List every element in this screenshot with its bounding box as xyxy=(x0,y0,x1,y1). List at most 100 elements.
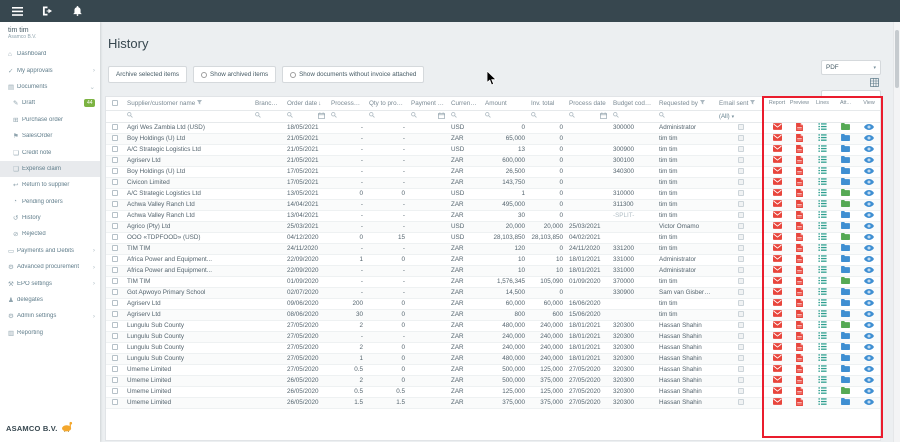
sidebar-item-pending-orders[interactable]: ◔Pending orders xyxy=(0,194,100,210)
view-eye-icon[interactable] xyxy=(864,169,874,176)
report-icon[interactable] xyxy=(773,125,782,132)
report-icon[interactable] xyxy=(773,169,782,176)
table-row[interactable]: Boy Holdings (U) Ltd17/05/2021--ZAR26,50… xyxy=(106,166,881,177)
filter-cell-payment-date[interactable] xyxy=(408,110,448,122)
table-row[interactable]: Umeme Limited26/05/20201.51.5ZAR375,0003… xyxy=(106,397,881,408)
table-row[interactable]: Umeme Limited26/05/202020ZAR500,000375,0… xyxy=(106,375,881,386)
email-sent-checkbox[interactable] xyxy=(738,168,744,174)
column-header-budget-code[interactable]: Budget code xyxy=(610,97,656,110)
email-sent-checkbox[interactable] xyxy=(738,256,744,262)
preview-pdf-icon[interactable] xyxy=(796,368,803,375)
sidebar-item-history[interactable]: ↺History xyxy=(0,210,100,226)
attachment-folder-icon[interactable] xyxy=(841,345,850,352)
table-row[interactable]: Agriserv Ltd21/05/2021--ZAR600,000030010… xyxy=(106,155,881,166)
column-header-qty-to-process[interactable]: Qty to process xyxy=(366,97,408,110)
email-sent-checkbox[interactable] xyxy=(738,300,744,306)
row-checkbox[interactable] xyxy=(112,366,118,372)
attachment-folder-icon[interactable] xyxy=(841,400,850,407)
preview-pdf-icon[interactable] xyxy=(796,181,803,188)
filter-icon[interactable] xyxy=(698,100,705,107)
lines-icon[interactable] xyxy=(818,279,827,286)
table-row[interactable]: Agriserv Ltd08/06/2020300ZAR80060015/06/… xyxy=(106,309,881,320)
email-sent-checkbox[interactable] xyxy=(738,245,744,251)
email-sent-checkbox[interactable] xyxy=(738,289,744,295)
report-icon[interactable] xyxy=(773,323,782,330)
column-header-payment-date[interactable]: Payment date xyxy=(408,97,448,110)
sidebar-item-dashboard[interactable]: ⌂Dashboard xyxy=(0,46,100,62)
row-checkbox[interactable] xyxy=(112,399,118,405)
sidebar-item-documents[interactable]: ▤Documents⌄ xyxy=(0,79,100,95)
report-icon[interactable] xyxy=(773,356,782,363)
view-eye-icon[interactable] xyxy=(864,334,874,341)
attachment-folder-icon[interactable] xyxy=(841,312,850,319)
sidebar-item-draft[interactable]: ✎Draft44 xyxy=(0,95,100,111)
sidebar-item-expense-claim[interactable]: ❑Expense claim xyxy=(0,161,100,177)
report-icon[interactable] xyxy=(773,334,782,341)
row-checkbox[interactable] xyxy=(112,124,118,130)
row-checkbox[interactable] xyxy=(112,190,118,196)
table-row[interactable]: Africa Power and Equipment...22/09/2020-… xyxy=(106,265,881,276)
table-row[interactable]: Lungulu Sub County27/05/2020--ZAR240,000… xyxy=(106,331,881,342)
view-eye-icon[interactable] xyxy=(864,158,874,165)
report-icon[interactable] xyxy=(773,147,782,154)
email-sent-checkbox[interactable] xyxy=(738,278,744,284)
email-sent-checkbox[interactable] xyxy=(738,124,744,130)
report-icon[interactable] xyxy=(773,345,782,352)
email-sent-checkbox[interactable] xyxy=(738,399,744,405)
row-checkbox[interactable] xyxy=(112,179,118,185)
view-eye-icon[interactable] xyxy=(864,323,874,330)
report-icon[interactable] xyxy=(773,400,782,407)
filter-icon[interactable] xyxy=(748,100,755,107)
sidebar-item-return-to-supplier[interactable]: ↩Return to supplier xyxy=(0,177,100,193)
attachment-folder-icon[interactable] xyxy=(841,158,850,165)
menu-icon[interactable] xyxy=(10,7,24,16)
row-checkbox[interactable] xyxy=(112,377,118,383)
attachment-folder-icon[interactable] xyxy=(841,224,850,231)
report-icon[interactable] xyxy=(773,367,782,374)
attachment-folder-icon[interactable] xyxy=(841,191,850,198)
email-sent-checkbox[interactable] xyxy=(738,366,744,372)
filter-cell-process-date[interactable] xyxy=(566,110,610,122)
view-eye-icon[interactable] xyxy=(864,136,874,143)
view-eye-icon[interactable] xyxy=(864,180,874,187)
row-checkbox[interactable] xyxy=(112,355,118,361)
lines-icon[interactable] xyxy=(818,290,827,297)
vertical-scrollbar[interactable] xyxy=(893,22,900,442)
lines-icon[interactable] xyxy=(818,147,827,154)
email-sent-checkbox[interactable] xyxy=(738,355,744,361)
view-eye-icon[interactable] xyxy=(864,147,874,154)
report-icon[interactable] xyxy=(773,389,782,396)
report-icon[interactable] xyxy=(773,224,782,231)
attachment-folder-icon[interactable] xyxy=(841,169,850,176)
view-eye-icon[interactable] xyxy=(864,224,874,231)
attachment-folder-icon[interactable] xyxy=(841,136,850,143)
preview-pdf-icon[interactable] xyxy=(796,357,803,364)
row-checkbox[interactable] xyxy=(112,256,118,262)
preview-pdf-icon[interactable] xyxy=(796,225,803,232)
preview-pdf-icon[interactable] xyxy=(796,401,803,408)
attachment-folder-icon[interactable] xyxy=(841,279,850,286)
attachment-folder-icon[interactable] xyxy=(841,301,850,308)
attachment-folder-icon[interactable] xyxy=(841,246,850,253)
email-sent-checkbox[interactable] xyxy=(738,377,744,383)
view-eye-icon[interactable] xyxy=(864,301,874,308)
attachment-folder-icon[interactable] xyxy=(841,323,850,330)
sidebar-item-my-approvals[interactable]: ✓My approvals› xyxy=(0,62,100,78)
view-eye-icon[interactable] xyxy=(864,246,874,253)
column-header-currency[interactable]: Currency xyxy=(448,97,482,110)
notifications-icon[interactable] xyxy=(70,6,84,16)
preview-pdf-icon[interactable] xyxy=(796,258,803,265)
email-sent-checkbox[interactable] xyxy=(738,135,744,141)
table-row[interactable]: TIM TIM24/11/2020--ZAR120024/11/20203312… xyxy=(106,243,881,254)
row-checkbox[interactable] xyxy=(112,146,118,152)
row-checkbox[interactable] xyxy=(112,234,118,240)
row-checkbox[interactable] xyxy=(112,223,118,229)
report-icon[interactable] xyxy=(773,257,782,264)
table-row[interactable]: Umeme Limited26/05/20200.50.5ZAR125,0001… xyxy=(106,386,881,397)
preview-pdf-icon[interactable] xyxy=(796,126,803,133)
preview-pdf-icon[interactable] xyxy=(796,379,803,386)
table-row[interactable]: Agrico (Pty) Ltd25/03/2021--USD20,00020,… xyxy=(106,221,881,232)
sidebar-item-salesorder[interactable]: ⚑SalesOrder xyxy=(0,128,100,144)
view-eye-icon[interactable] xyxy=(864,191,874,198)
table-row[interactable]: Umeme Limited27/05/20200.50ZAR500,000125… xyxy=(106,364,881,375)
